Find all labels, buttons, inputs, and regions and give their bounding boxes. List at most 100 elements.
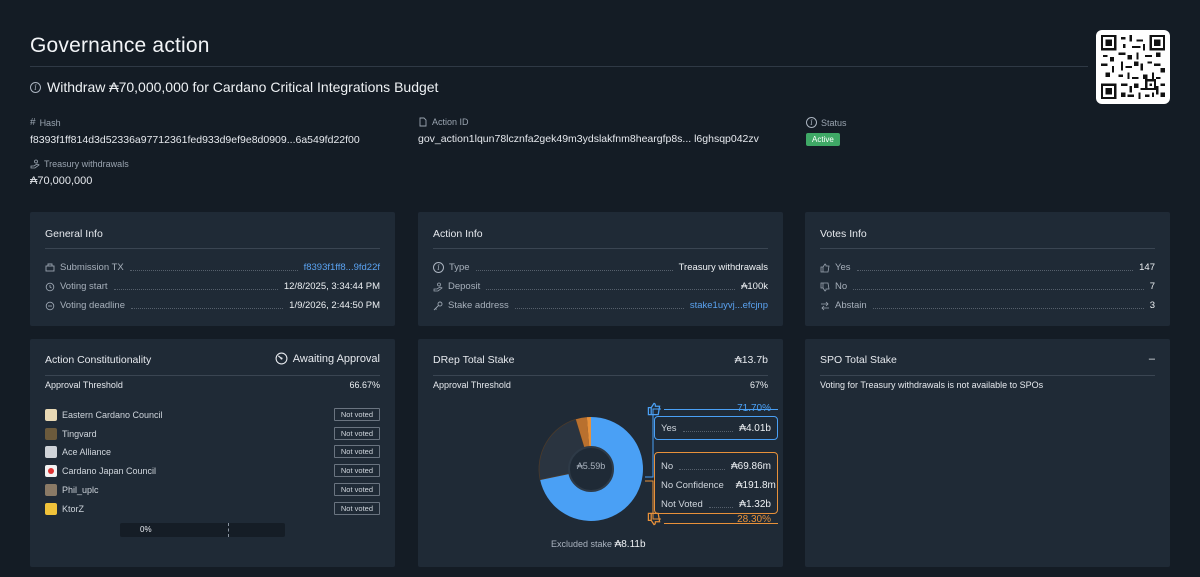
card-title: DRep Total Stake (433, 354, 515, 366)
card-title: Votes Info (820, 228, 867, 240)
spo-note: Voting for Treasury withdrawals is not a… (820, 380, 1044, 390)
info-icon: i (433, 262, 444, 273)
hand-coin-icon (433, 282, 443, 291)
hash-value[interactable]: f8393f1ff814d3d52336a97712361fed933d9ef9… (30, 134, 360, 146)
file-icon (419, 117, 427, 127)
vote-status-badge: Not voted (333, 464, 380, 477)
donut-center-label: ₳5.59b (576, 461, 606, 471)
vote-status-badge: Not voted (333, 427, 380, 440)
action-id-label: Action ID (432, 117, 469, 127)
constitutionality-card: Action Constitutionality Awaiting Approv… (30, 339, 395, 567)
drep-stake-card: DRep Total Stake ₳13.7b Approval Thresho… (418, 339, 783, 567)
row-label: Voting deadline (60, 300, 125, 311)
no-votes-row: No 7 (820, 281, 1155, 292)
row-label: No (661, 461, 674, 472)
avatar (45, 427, 57, 440)
member-name: Tingvard (62, 428, 97, 439)
row-label: No Confidence (661, 480, 724, 491)
spo-stake-card: SPO Total Stake – Voting for Treasury wi… (805, 339, 1170, 567)
not-voted-row: Not Voted ₳1.32b (661, 499, 771, 510)
treasury-value: ₳70,000,000 (30, 175, 93, 187)
dotted-leader (708, 507, 734, 508)
excluded-stake: Excluded stake ₳8.11b (551, 539, 646, 550)
row-label: Submission TX (60, 262, 124, 273)
voting-deadline-value: 1/9/2026, 2:44:50 PM (289, 300, 380, 311)
thumbs-down-icon (647, 512, 661, 526)
list-item[interactable]: Phil_uplc Not voted (45, 483, 380, 496)
status-badge: Active (806, 133, 840, 146)
threshold-label: Approval Threshold (433, 380, 511, 390)
excluded-stake-label: Excluded stake (551, 539, 613, 549)
dotted-leader (872, 308, 1144, 309)
row-label: Type (449, 262, 470, 273)
member-name: Ace Alliance (62, 446, 112, 457)
submission-tx-row: Submission TX f8393f1ff8...9fd22f (45, 262, 380, 273)
dotted-leader (514, 308, 684, 309)
submission-tx-link[interactable]: f8393f1ff8...9fd22f (304, 262, 380, 273)
row-label: Yes (661, 423, 677, 434)
no-votes-value: 7 (1149, 281, 1155, 292)
type-row: i Type Treasury withdrawals (433, 262, 768, 273)
deposit-row: Deposit ₳100k (433, 281, 768, 292)
dotted-leader (679, 469, 725, 470)
avatar (45, 483, 57, 496)
action-id-value[interactable]: gov_action1lqun78lcznfa2gek49m3ydslakfnm… (418, 133, 759, 145)
avatar (45, 408, 57, 421)
list-item[interactable]: Tingvard Not voted (45, 427, 380, 440)
voting-start-value: 12/8/2025, 3:34:44 PM (283, 281, 380, 292)
yes-callout[interactable]: Yes ₳4.01b (654, 416, 778, 440)
deposit-value: ₳100k (741, 281, 768, 292)
list-item[interactable]: Eastern Cardano Council Not voted (45, 408, 380, 421)
row-label: Voting start (60, 281, 108, 292)
swap-arrows-icon (821, 301, 829, 310)
member-name: Phil_uplc (62, 484, 99, 495)
yes-stake-value: ₳4.01b (739, 423, 771, 434)
hash-block: # Hash f8393f1ff814d3d52336a97712361fed9… (30, 117, 360, 146)
member-name: Eastern Cardano Council (62, 409, 163, 420)
action-subtitle-text: Withdraw ₳70,000,000 for Cardano Critica… (47, 79, 439, 95)
approval-threshold-row: Approval Threshold 67% (433, 380, 768, 390)
avatar (45, 502, 57, 515)
qr-code[interactable] (1096, 30, 1170, 104)
no-confidence-value: ₳191.8m (735, 480, 776, 491)
thumbs-up-icon (647, 402, 661, 416)
dotted-leader (475, 270, 673, 271)
info-icon: i (30, 81, 41, 93)
list-item[interactable]: Ace Alliance Not voted (45, 445, 380, 458)
qr-code-image (1101, 35, 1165, 99)
vote-status-badge: Not voted (333, 483, 380, 496)
no-callout[interactable]: No ₳69.86m No Confidence ₳191.8m Not Vot… (654, 452, 778, 514)
avatar (45, 464, 57, 477)
dotted-leader (113, 289, 278, 290)
card-divider (433, 375, 768, 376)
excluded-stake-value: ₳8.11b (614, 539, 646, 550)
abstain-votes-row: Abstain 3 (820, 300, 1155, 311)
dotted-leader (486, 289, 736, 290)
list-item[interactable]: Cardano Japan Council Not voted (45, 464, 380, 477)
stake-address-link[interactable]: stake1uyvj...efcjnp (690, 300, 768, 311)
card-divider (820, 375, 1155, 376)
no-confidence-row: No Confidence ₳191.8m (661, 480, 776, 491)
yes-stake-row: Yes ₳4.01b (661, 423, 771, 434)
row-label: Abstain (835, 300, 867, 311)
dotted-leader (129, 270, 298, 271)
key-icon (433, 301, 443, 310)
card-divider (45, 248, 380, 249)
card-title: General Info (45, 228, 103, 240)
card-title: SPO Total Stake (820, 354, 897, 366)
votes-info-card: Votes Info Yes 147 No 7 Abstain 3 (805, 212, 1170, 326)
status-label: Status (821, 117, 847, 128)
general-info-card: General Info Submission TX f8393f1ff8...… (30, 212, 395, 326)
row-label: Not Voted (661, 499, 703, 510)
member-name: KtorZ (62, 503, 85, 514)
avatar (45, 445, 57, 458)
treasury-block: Treasury withdrawals ₳70,000,000 (30, 159, 129, 187)
dotted-leader (682, 431, 734, 432)
list-item[interactable]: KtorZ Not voted (45, 502, 380, 515)
card-title: Action Constitutionality (45, 354, 152, 366)
status-label-row: i Status (806, 117, 847, 128)
no-percentage: 28.30% (737, 514, 771, 525)
hash-icon: # (30, 117, 36, 128)
yes-votes-row: Yes 147 (820, 262, 1155, 273)
clock-icon (45, 301, 55, 310)
